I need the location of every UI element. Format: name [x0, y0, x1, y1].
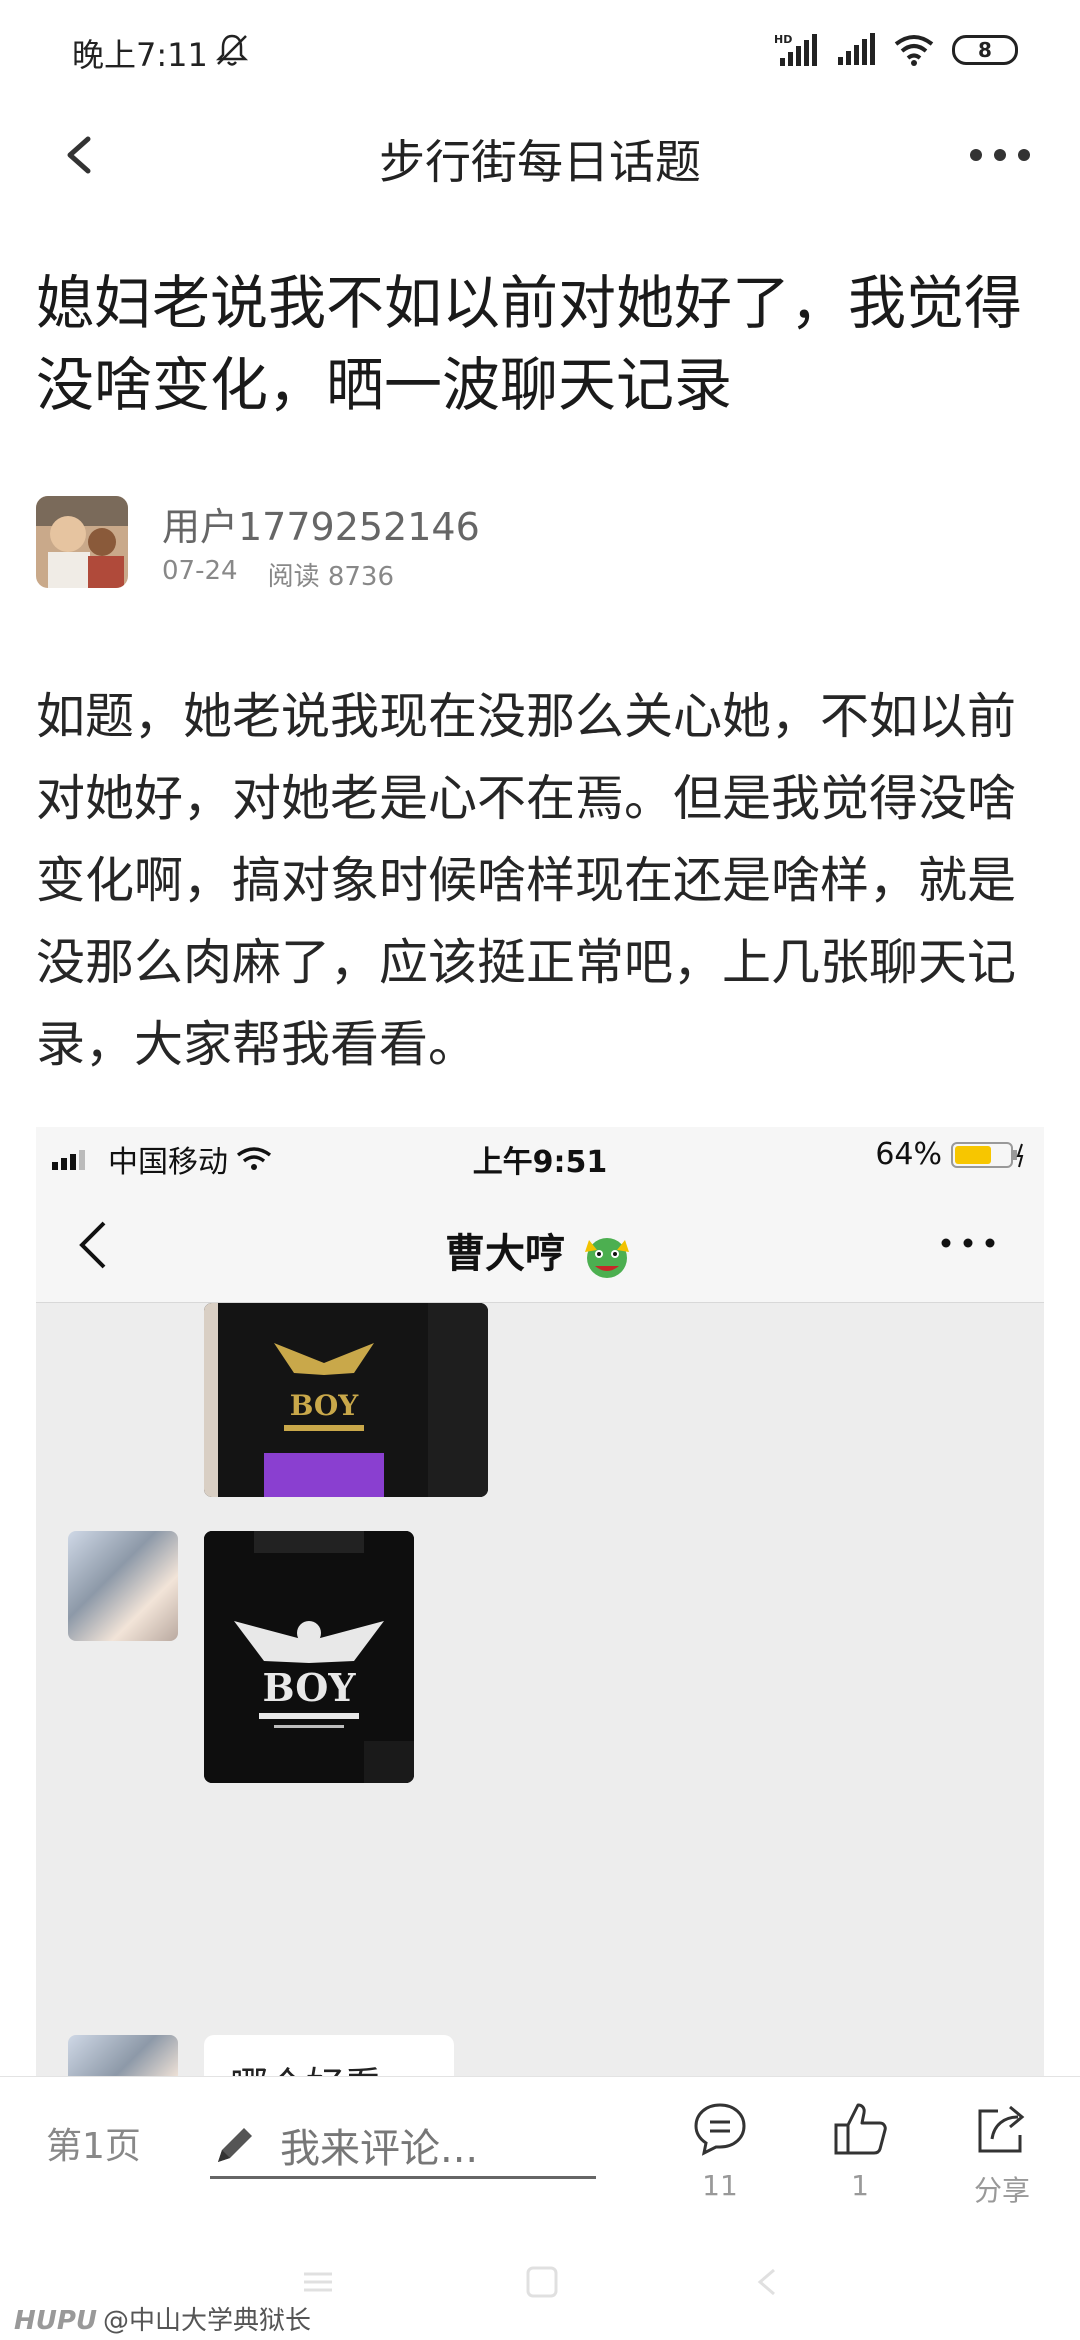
nav-bar: 步行街每日话题 [0, 100, 1080, 210]
page-selector[interactable]: 第1页 [46, 2117, 141, 2169]
comments-count: 11 [702, 2169, 738, 2202]
post-title: 媳妇老说我不如以前对她好了，我觉得没啥变化，晒一波聊天记录 [36, 269, 1023, 419]
status-bar: 晚上7:11 HD 8 [0, 0, 1080, 100]
battery-indicator: 8 [952, 35, 1018, 65]
post-body: 如题，她老说我现在没那么关心她，不如以前对她好，对她老是心不在焉。但是我觉得没啥… [36, 688, 1017, 1073]
battery-level: 8 [978, 38, 992, 62]
share-button[interactable]: 分享 [952, 2099, 1052, 2209]
home-icon[interactable] [522, 2262, 562, 2302]
author-meta: 07-24 阅读 8736 [162, 556, 394, 593]
watermark-handle: @中山大学典狱长 [103, 2306, 312, 2336]
share-icon [978, 2105, 1025, 2153]
svg-text:HD: HD [774, 33, 792, 46]
chat-photo-1: BOY [204, 1303, 488, 1497]
signal-hd-icon: HD [774, 33, 817, 66]
wifi-icon [894, 35, 934, 66]
embed-chat-header: 曹大哼 [36, 1183, 1044, 1303]
dragon-emoji-icon [584, 1238, 629, 1278]
like-button[interactable]: 1 [810, 2099, 910, 2202]
post-views: 阅读 8736 [267, 562, 394, 592]
embed-battery-icon [951, 1141, 1024, 1168]
share-label: 分享 [973, 2174, 1030, 2207]
shirt-text-1: BOY [290, 1389, 360, 1422]
embed-chat-title: 曹大哼 [36, 1221, 1044, 1284]
shirt-text-2: BOY [262, 1665, 356, 1710]
embedded-chat-screenshot[interactable]: 中国移动 上午9:51 64% 曹大哼 BOY BOY [36, 1127, 1044, 2090]
watermark: HUPU @中山大学典狱长 [14, 2300, 311, 2337]
comment-placeholder: 我来评论... [280, 2125, 479, 2172]
author-name[interactable]: 用户1779252146 [162, 496, 480, 551]
embed-chat-name: 曹大哼 [445, 1231, 566, 1277]
bottom-action-bar: 第1页 我来评论... 11 1 分享 [0, 2076, 1080, 2232]
page-title: 步行街每日话题 [379, 135, 701, 189]
status-icons: HD 8 [774, 30, 1018, 70]
comments-button[interactable]: 11 [670, 2099, 770, 2202]
back-icon[interactable] [748, 2262, 788, 2302]
chat-sender-avatar [68, 1531, 178, 1641]
embed-battery-level: 64% [875, 1137, 942, 1172]
thumbs-up-icon [834, 2103, 887, 2155]
embed-status-bar: 中国移动 上午9:51 64% [36, 1127, 1044, 1183]
likes-count: 1 [851, 2169, 869, 2202]
post-date: 07-24 [162, 556, 238, 586]
menu-icon[interactable] [298, 2262, 338, 2302]
watermark-brand: HUPU [14, 2306, 98, 2336]
embed-more-icon [941, 1238, 995, 1248]
status-time: 晚上7:11 [72, 36, 208, 74]
more-options-icon[interactable] [960, 125, 1040, 185]
mute-bell-icon [215, 34, 249, 66]
pencil-icon [218, 2127, 252, 2162]
comment-input[interactable]: 我来评论... [210, 2113, 596, 2179]
signal-icon [838, 33, 875, 65]
author-avatar[interactable] [36, 496, 128, 588]
comment-bubble-icon [694, 2103, 746, 2156]
embed-battery: 64% [875, 1137, 1026, 1172]
chat-photo-2: BOY [204, 1531, 414, 1783]
